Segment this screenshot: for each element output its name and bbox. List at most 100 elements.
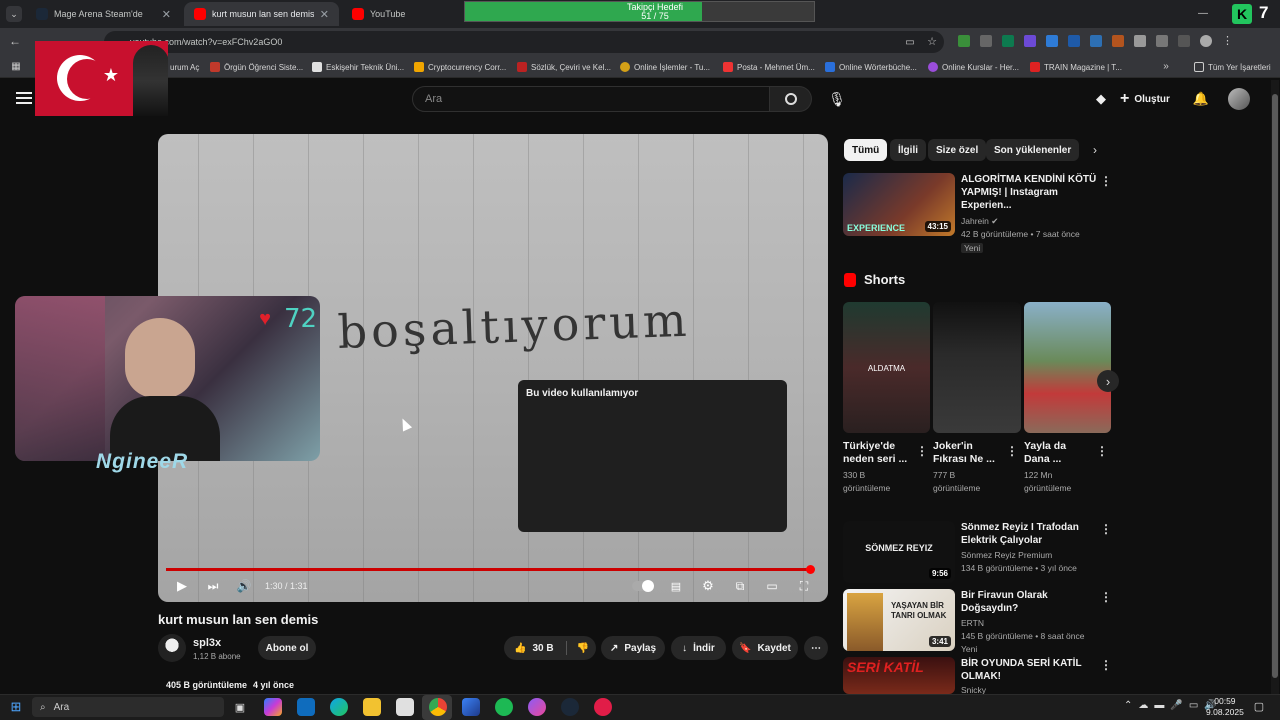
short-info[interactable]: Yayla da Dana ... 122 Mn görüntüleme: [1024, 440, 1094, 495]
spotify-icon[interactable]: [495, 698, 513, 716]
dislike-icon[interactable]: 👎: [577, 643, 589, 654]
settings-gear-icon[interactable]: ⚙: [700, 578, 716, 594]
chip-related[interactable]: İlgili: [890, 139, 926, 161]
extension-icon[interactable]: [980, 35, 992, 47]
bookmark-item[interactable]: Posta - Mehmet Üm...: [723, 60, 815, 74]
chevron-right-icon[interactable]: ›: [1088, 142, 1102, 158]
rec-more-icon[interactable]: ⋮: [1100, 522, 1112, 536]
short-info[interactable]: Türkiye'de neden seri ... 330 B görüntül…: [843, 440, 913, 495]
obs-icon[interactable]: [594, 698, 612, 716]
extension-icon[interactable]: [1068, 35, 1080, 47]
tab-mage-arena[interactable]: Mage Arena Steam'de ✕: [26, 2, 181, 26]
extension-icon[interactable]: [1090, 35, 1102, 47]
extension-icon[interactable]: [1112, 35, 1124, 47]
short-more-icon[interactable]: ⋮: [916, 444, 928, 458]
bookmark-item[interactable]: Sözlük, Çeviri ve Kel...: [517, 60, 611, 74]
save-button[interactable]: 🔖 Kaydet: [732, 636, 798, 660]
clock[interactable]: 00:59 9.08.2025: [1206, 696, 1244, 718]
download-button[interactable]: ↓ İndir: [671, 636, 726, 660]
close-icon[interactable]: ✕: [320, 8, 329, 21]
bookmark-item[interactable]: Online İşlemler - Tu...: [620, 60, 710, 74]
bookmark-item[interactable]: Online Wörterbüche...: [825, 60, 917, 74]
edge-icon[interactable]: [330, 698, 348, 716]
miniplayer-icon[interactable]: ⧉: [732, 578, 748, 594]
create-button[interactable]: + Oluştur: [1120, 90, 1170, 108]
search-button[interactable]: [770, 86, 812, 112]
minimize-icon[interactable]: —: [1196, 6, 1210, 20]
short-thumbnail[interactable]: [1024, 302, 1111, 433]
close-icon[interactable]: ✕: [162, 8, 171, 21]
rec-more-icon[interactable]: ⋮: [1100, 590, 1112, 604]
hamburger-menu-icon[interactable]: [16, 92, 32, 104]
tray-chevron-icon[interactable]: ⌃: [1124, 700, 1132, 711]
bookmark-item[interactable]: urum Aç: [170, 60, 199, 74]
page-scrollbar[interactable]: [1271, 80, 1279, 694]
short-thumbnail[interactable]: ALDATMA: [843, 302, 930, 433]
rec-more-icon[interactable]: ⋮: [1100, 174, 1112, 188]
app-tray-icon[interactable]: ▬: [1154, 700, 1164, 711]
bookmark-star-icon[interactable]: ☆: [926, 35, 938, 48]
notifications-bell-icon[interactable]: 🔔: [1192, 90, 1210, 108]
all-bookmarks[interactable]: Tüm Yer İşaretleri: [1194, 60, 1271, 74]
outlook-icon[interactable]: [297, 698, 315, 716]
bookmark-item[interactable]: Örgün Öğrenci Siste...: [210, 60, 303, 74]
extension-icon[interactable]: [1024, 35, 1036, 47]
rec-thumbnail[interactable]: YAŞAYAN BİR TANRI OLMAK 3:41: [843, 589, 955, 651]
play-icon[interactable]: ▶: [174, 578, 190, 594]
task-view-icon[interactable]: ▣: [231, 698, 249, 716]
address-bar[interactable]: youtube.com/watch?v=exFChv2aGO0: [104, 31, 944, 53]
bookmark-item[interactable]: Cryptocurrency Corr...: [414, 60, 506, 74]
network-icon[interactable]: ▭: [1189, 700, 1198, 711]
extension-icon[interactable]: [958, 35, 970, 47]
fullscreen-icon[interactable]: ⛶: [796, 578, 812, 594]
cast-icon[interactable]: ▭: [904, 36, 916, 48]
channel-name[interactable]: spl3x: [193, 637, 221, 649]
like-icon[interactable]: 👍: [514, 643, 526, 654]
windows-start-icon[interactable]: ⊞: [8, 699, 24, 715]
volume-icon[interactable]: 🔊: [236, 578, 252, 594]
steam-icon[interactable]: [561, 698, 579, 716]
rec-info[interactable]: BİR OYUNDA SERİ KATİL OLMAK! Snicky: [961, 657, 1101, 694]
notification-center-icon[interactable]: ▢: [1252, 699, 1266, 713]
microphone-icon[interactable]: 🎙: [828, 90, 846, 108]
onedrive-icon[interactable]: ☁: [1138, 700, 1148, 711]
search-input[interactable]: Ara: [412, 86, 770, 112]
app-icon[interactable]: [462, 698, 480, 716]
shorts-next-icon[interactable]: ›: [1097, 370, 1119, 392]
sidebar-icon[interactable]: [1178, 35, 1190, 47]
seek-handle[interactable]: [806, 565, 815, 574]
chrome-icon[interactable]: [429, 698, 447, 716]
more-bookmarks-icon[interactable]: »: [1160, 60, 1172, 72]
more-actions-button[interactable]: ⋯: [804, 636, 828, 660]
bookmark-item[interactable]: Online Kurslar - Her...: [928, 60, 1019, 74]
scrollbar-thumb[interactable]: [1272, 94, 1278, 678]
file-explorer-icon[interactable]: [363, 698, 381, 716]
back-icon[interactable]: ←: [8, 34, 22, 48]
autoplay-toggle[interactable]: [632, 580, 654, 592]
profile-icon[interactable]: [1200, 35, 1212, 47]
subscribe-button[interactable]: Abone ol: [258, 636, 316, 660]
store-icon[interactable]: [396, 698, 414, 716]
extension-icon[interactable]: [1002, 35, 1014, 47]
bookmark-item[interactable]: TRAIN Magazine | T...: [1030, 60, 1122, 74]
short-thumbnail[interactable]: [933, 302, 1021, 433]
seek-bar[interactable]: [166, 568, 808, 571]
app-icon[interactable]: [528, 698, 546, 716]
next-icon[interactable]: ⏭: [205, 578, 221, 594]
tab-search-icon[interactable]: ⌄: [6, 6, 22, 22]
mic-icon[interactable]: 🎤: [1170, 700, 1182, 711]
taskbar-search[interactable]: ⌕ Ara: [32, 697, 224, 717]
menu-dots-icon[interactable]: ⋮: [1222, 35, 1234, 47]
chip-recent[interactable]: Son yüklenenler: [986, 139, 1080, 161]
bookmark-item[interactable]: Eskişehir Teknik Üni...: [312, 60, 404, 74]
rec-info[interactable]: ALGORİTMA KENDİNİ KÖTÜ YAPMIŞ! | Instagr…: [961, 173, 1101, 255]
avatar[interactable]: [1228, 88, 1250, 110]
theater-mode-icon[interactable]: ▭: [764, 578, 780, 594]
short-more-icon[interactable]: ⋮: [1096, 444, 1108, 458]
channel-avatar[interactable]: [158, 634, 186, 662]
share-button[interactable]: ↗ Paylaş: [601, 636, 665, 660]
copilot-icon[interactable]: [264, 698, 282, 716]
like-count[interactable]: 30 B: [532, 643, 553, 654]
puzzle-icon[interactable]: [1156, 35, 1168, 47]
rec-thumbnail[interactable]: SÖNMEZ REYIZ 9:56: [843, 521, 955, 583]
